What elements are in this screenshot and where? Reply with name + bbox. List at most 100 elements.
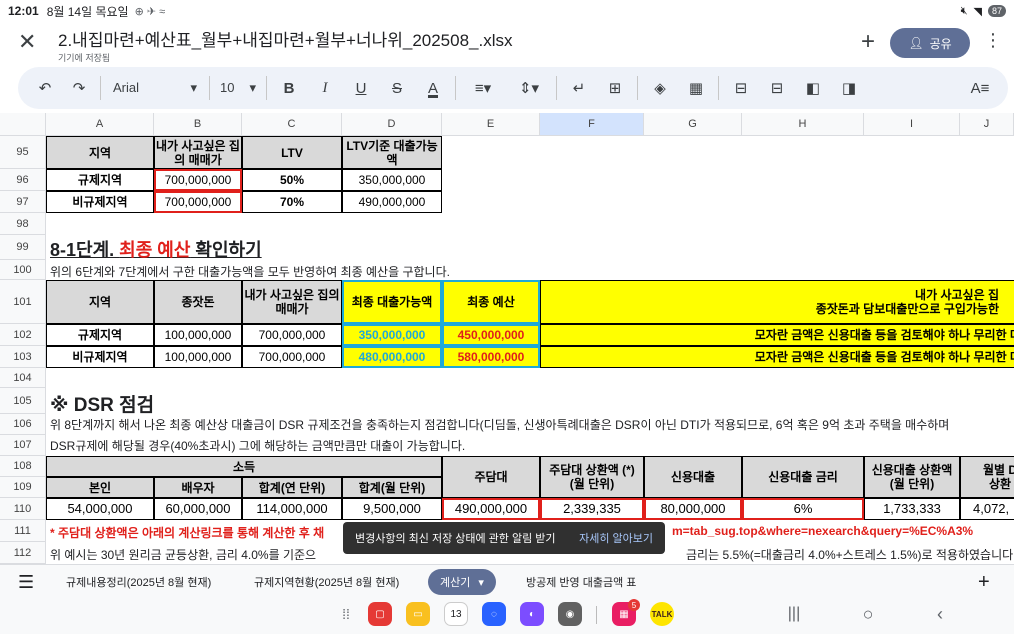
column-header-g[interactable]: G <box>644 113 742 136</box>
row-header[interactable]: 107 <box>0 435 46 456</box>
close-button[interactable]: ✕ <box>18 30 36 54</box>
sheet-list-icon[interactable]: ☰ <box>18 569 34 595</box>
insert-row-below-icon[interactable]: ⊟ <box>759 79 795 97</box>
row-header[interactable]: 109 <box>0 477 46 498</box>
vertical-align-icon[interactable]: ⇕▾ <box>506 79 552 97</box>
column-header-i[interactable]: I <box>864 113 960 136</box>
horizontal-align-icon[interactable]: ≡▾ <box>460 79 506 97</box>
cell-header-region[interactable]: 지역 <box>46 136 154 169</box>
text-format-icon[interactable]: A≡ <box>962 80 998 97</box>
kakaotalk-app-icon[interactable]: TALK <box>650 602 674 626</box>
cell-header-credit-rate[interactable]: 신용대출 금리 <box>742 456 864 498</box>
redo-icon[interactable]: ↷ <box>62 79 96 97</box>
cell-mortgage-repayment[interactable]: 2,339,335 <box>540 498 644 520</box>
cell-income-spouse[interactable]: 60,000,000 <box>154 498 242 520</box>
column-header-b[interactable]: B <box>154 113 242 136</box>
row-header[interactable]: 111 <box>0 520 46 542</box>
cell-header-annual-total[interactable]: 합계(연 단위) <box>242 477 342 498</box>
camera-app-icon[interactable]: ◉ <box>558 602 582 626</box>
row-header[interactable]: 103 <box>0 346 46 368</box>
mortgage-link-text[interactable]: m=tab_sug.top&where=nexearch&query=%EC%A… <box>672 524 973 538</box>
cell-price[interactable]: 700,000,000 <box>154 169 242 191</box>
row-header[interactable]: 102 <box>0 324 46 346</box>
sheet-tab-active[interactable]: 계산기 ▾ <box>428 569 496 595</box>
insert-column-left-icon[interactable]: ◧ <box>795 79 831 97</box>
cell-monthly-dsr[interactable]: 4,072, <box>960 498 1014 520</box>
cell-final-loan[interactable]: 480,000,000 <box>342 346 442 368</box>
cell-final-budget[interactable]: 450,000,000 <box>442 324 540 346</box>
cell-mortgage[interactable]: 490,000,000 <box>442 498 540 520</box>
row-header[interactable]: 98 <box>0 213 46 235</box>
row-header[interactable]: 100 <box>0 260 46 280</box>
more-options-icon[interactable]: ⋮ <box>984 30 1002 51</box>
row-header[interactable]: 104 <box>0 368 46 388</box>
cell-price[interactable]: 700,000,000 <box>154 191 242 213</box>
browser-app-icon[interactable]: ◐ <box>520 602 544 626</box>
folder-app-icon[interactable]: ▭ <box>406 602 430 626</box>
cell-final-budget[interactable]: 580,000,000 <box>442 346 540 368</box>
cell-header-mortgage[interactable]: 주담대 <box>442 456 540 498</box>
app-drawer-icon[interactable]: ⁞⁞ <box>334 602 358 626</box>
row-header[interactable]: 105 <box>0 388 46 414</box>
row-header[interactable]: 101 <box>0 280 46 324</box>
strikethrough-icon[interactable]: S <box>379 80 415 97</box>
cell-ltv[interactable]: 50% <box>242 169 342 191</box>
borders-icon[interactable]: ▦ <box>678 79 714 97</box>
row-header[interactable]: 108 <box>0 456 46 477</box>
cell-ltv-loan[interactable]: 350,000,000 <box>342 169 442 191</box>
sheet-tab[interactable]: 규제지역현황(2025년 8월 현재) <box>254 569 399 595</box>
cell-note[interactable]: 모자란 금액은 신용대출 등을 검토해야 하나 무리한 대 <box>540 346 1014 368</box>
fill-color-icon[interactable]: ◈ <box>642 79 678 97</box>
cell-price[interactable]: 700,000,000 <box>242 324 342 346</box>
merge-cells-icon[interactable]: ⊞ <box>597 79 633 97</box>
row-header[interactable]: 97 <box>0 191 46 213</box>
cell-header-spouse[interactable]: 배우자 <box>154 477 242 498</box>
wrap-text-icon[interactable]: ↵ <box>561 79 597 97</box>
cell-header-income[interactable]: 소득 <box>46 456 442 477</box>
cell-ltv-loan[interactable]: 490,000,000 <box>342 191 442 213</box>
cell-ltv[interactable]: 70% <box>242 191 342 213</box>
cell-header-monthly-dsr[interactable]: 월별 D 상환 <box>960 456 1014 498</box>
add-sheet-icon[interactable]: + <box>978 569 990 595</box>
font-size-select[interactable]: 10 ▾ <box>214 80 262 96</box>
row-header[interactable]: 96 <box>0 169 46 191</box>
insert-column-right-icon[interactable]: ◨ <box>831 79 867 97</box>
column-header-f[interactable]: F <box>540 113 644 136</box>
cell-income-annual[interactable]: 114,000,000 <box>242 498 342 520</box>
cell-header-mortgage-repayment[interactable]: 주담대 상환액 (*) (월 단위) <box>540 456 644 498</box>
column-header-j[interactable]: J <box>960 113 1014 136</box>
calendar-app-icon[interactable]: 13 <box>444 602 468 626</box>
italic-icon[interactable]: I <box>307 80 343 97</box>
insert-row-above-icon[interactable]: ⊟ <box>723 79 759 97</box>
select-all-corner[interactable] <box>0 113 46 136</box>
app-icon[interactable]: ▢ <box>368 602 392 626</box>
share-button[interactable]: 👤︎ 공유 <box>890 28 970 58</box>
cell-header-final-loan[interactable]: 최종 대출가능액 <box>342 280 442 324</box>
cell-seed-money[interactable]: 100,000,000 <box>154 346 242 368</box>
sheet-tab[interactable]: 방공제 반영 대출금액 표 <box>526 569 636 595</box>
undo-icon[interactable]: ↶ <box>28 79 62 97</box>
row-header[interactable]: 99 <box>0 235 46 260</box>
row-header[interactable]: 95 <box>0 136 46 169</box>
cell-note[interactable]: 모자란 금액은 신용대출 등을 검토해야 하나 무리한 대 <box>540 324 1014 346</box>
back-nav-icon[interactable]: ‹ <box>928 602 952 626</box>
recents-nav-icon[interactable]: ||| <box>782 602 806 626</box>
snackbar-learn-more-button[interactable]: 자세히 알아보기 <box>579 530 653 546</box>
column-header-e[interactable]: E <box>442 113 540 136</box>
home-nav-icon[interactable]: ○ <box>856 602 880 626</box>
bold-icon[interactable]: B <box>271 80 307 97</box>
sheet-tab[interactable]: 규제내용정리(2025년 8월 현재) <box>66 569 211 595</box>
column-header-d[interactable]: D <box>342 113 442 136</box>
text-color-icon[interactable]: A <box>415 80 451 97</box>
font-family-select[interactable]: Arial ▾ <box>105 80 205 96</box>
column-header-c[interactable]: C <box>242 113 342 136</box>
cell-header-region[interactable]: 지역 <box>46 280 154 324</box>
cell-credit-loan[interactable]: 80,000,000 <box>644 498 742 520</box>
row-header[interactable]: 112 <box>0 542 46 564</box>
cell-final-loan[interactable]: 350,000,000 <box>342 324 442 346</box>
cell-header-price[interactable]: 내가 사고싶은 집의 매매가 <box>242 280 342 324</box>
cell-header-purchasable[interactable]: 내가 사고싶은 집 종잣돈과 담보대출만으로 구입가능한 <box>540 280 1014 324</box>
messages-app-icon[interactable]: ◌ <box>482 602 506 626</box>
cell-seed-money[interactable]: 100,000,000 <box>154 324 242 346</box>
cell-region[interactable]: 비규제지역 <box>46 191 154 213</box>
